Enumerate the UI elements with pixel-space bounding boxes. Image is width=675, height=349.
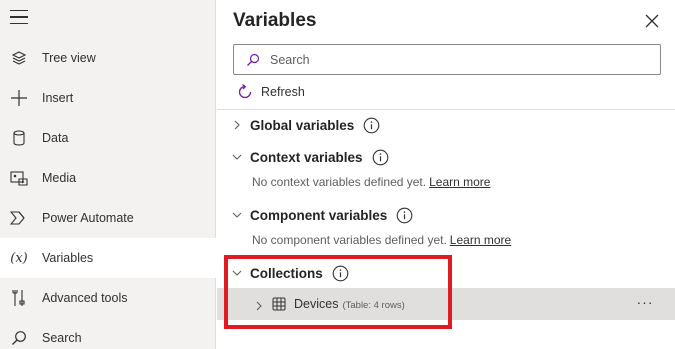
chevron-right-icon	[231, 119, 243, 131]
info-icon[interactable]	[396, 207, 413, 224]
empty-message-text: No component variables defined yet.	[252, 233, 447, 247]
database-icon	[9, 128, 29, 148]
search-icon	[247, 53, 260, 66]
chevron-down-icon	[231, 267, 243, 279]
plus-icon	[9, 88, 29, 108]
nav-label: Search	[42, 331, 82, 345]
refresh-icon	[238, 83, 252, 99]
media-icon	[9, 168, 29, 188]
empty-message: No component variables defined yet. Learn…	[252, 233, 511, 247]
empty-message: No context variables defined yet. Learn m…	[252, 175, 490, 189]
close-button[interactable]	[643, 12, 661, 30]
section-title: Collections	[250, 265, 323, 281]
nav-label: Tree view	[42, 51, 96, 65]
search-field[interactable]	[233, 44, 661, 75]
variables-icon: (x)	[10, 250, 28, 266]
learn-more-link[interactable]: Learn more	[450, 233, 511, 247]
empty-message-text: No context variables defined yet.	[252, 175, 427, 189]
tools-icon	[9, 288, 29, 308]
refresh-label: Refresh	[261, 85, 305, 99]
learn-more-link[interactable]: Learn more	[429, 175, 490, 189]
chevron-down-icon	[231, 151, 243, 163]
nav-item-advanced-tools[interactable]: Advanced tools	[0, 278, 216, 318]
collection-item-devices[interactable]: Devices (Table: 4 rows) ···	[217, 288, 675, 320]
variables-panel: Variables Refresh Global variables Conte…	[217, 0, 675, 349]
table-icon	[272, 297, 286, 316]
section-context-variables[interactable]: Context variables	[231, 146, 389, 168]
chevron-right-icon[interactable]	[254, 298, 264, 316]
info-icon[interactable]	[332, 265, 349, 282]
nav-item-search[interactable]: Search	[0, 318, 216, 349]
nav-item-data[interactable]: Data	[0, 118, 216, 158]
section-global-variables[interactable]: Global variables	[231, 114, 380, 136]
divider	[217, 109, 675, 110]
left-navigation: Tree view Insert Data Media Power Automa…	[0, 0, 216, 349]
info-icon[interactable]	[372, 149, 389, 166]
layers-icon	[9, 48, 29, 68]
section-title: Global variables	[250, 117, 355, 133]
section-collections[interactable]: Collections	[231, 262, 349, 284]
power-automate-icon	[9, 208, 29, 228]
refresh-button[interactable]: Refresh	[236, 82, 305, 102]
nav-label: Insert	[42, 91, 74, 105]
nav-label: Data	[42, 131, 69, 145]
info-icon[interactable]	[363, 117, 380, 134]
nav-item-power-automate[interactable]: Power Automate	[0, 198, 216, 238]
search-icon	[9, 328, 29, 348]
collection-meta: (Table: 4 rows)	[342, 300, 405, 311]
section-component-variables[interactable]: Component variables	[231, 204, 413, 226]
nav-item-media[interactable]: Media	[0, 158, 216, 198]
nav-item-insert[interactable]: Insert	[0, 78, 216, 118]
nav-item-variables[interactable]: (x) Variables	[0, 238, 216, 278]
nav-item-tree-view[interactable]: Tree view	[0, 38, 216, 78]
chevron-down-icon	[231, 209, 243, 221]
nav-label: Power Automate	[42, 211, 134, 225]
more-options-button[interactable]: ···	[635, 294, 655, 314]
search-input[interactable]	[270, 51, 650, 69]
close-icon	[645, 14, 659, 28]
nav-label: Advanced tools	[42, 291, 128, 305]
collection-name: Devices	[294, 297, 339, 311]
section-title: Context variables	[250, 149, 363, 165]
hamburger-menu-icon[interactable]	[10, 10, 28, 24]
panel-title: Variables	[233, 10, 317, 31]
nav-label: Variables	[42, 251, 94, 265]
section-title: Component variables	[250, 207, 388, 223]
nav-label: Media	[42, 171, 77, 185]
